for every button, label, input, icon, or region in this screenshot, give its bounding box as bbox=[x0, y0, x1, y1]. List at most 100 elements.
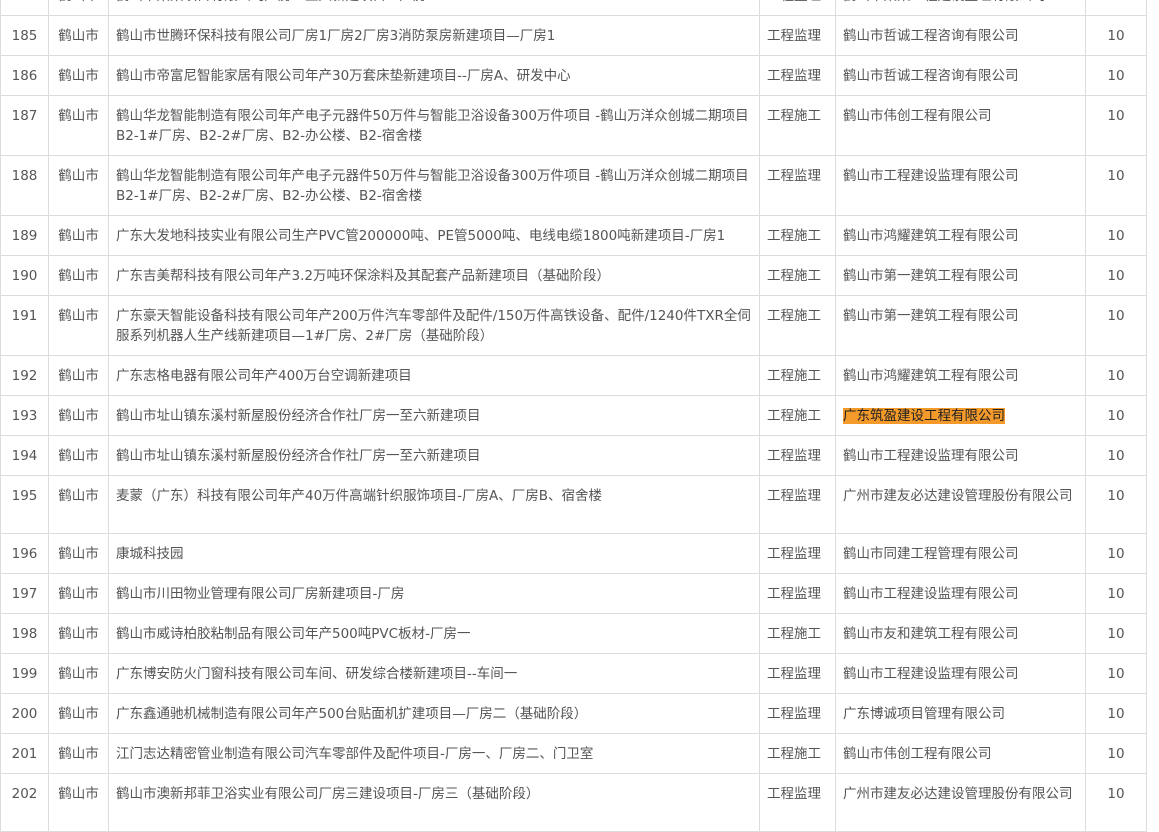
company-cell: 鹤山市伟创工程有限公司 bbox=[835, 95, 1086, 156]
city-cell: 鹤山市 bbox=[48, 653, 109, 694]
row-number-cell: 200 bbox=[0, 693, 49, 734]
city-cell: 鹤山市 bbox=[48, 155, 109, 216]
row-number-cell: 188 bbox=[0, 155, 49, 216]
project-name-cell: 鹤山市世腾环保科技有限公司厂房1厂房2厂房3消防泵房新建项目—厂房1 bbox=[108, 15, 760, 56]
city-cell: 鹤山市 bbox=[48, 295, 109, 356]
row-number-cell: 201 bbox=[0, 733, 49, 774]
row-number-cell: 198 bbox=[0, 613, 49, 654]
row-number-cell: 199 bbox=[0, 653, 49, 694]
score-cell: 10 bbox=[1085, 573, 1147, 614]
project-name-cell: 鹤山市某某项目有限公司厂房一至六新建项目—厂房 bbox=[108, 0, 760, 16]
work-type-cell: 工程施工 bbox=[759, 95, 836, 156]
table-row: 202 鹤山市 鹤山市澳新邦菲卫浴实业有限公司厂房三建设项目-厂房三（基础阶段） 工程… bbox=[0, 773, 1147, 832]
project-name-cell: 康城科技园 bbox=[108, 533, 760, 574]
project-name-cell: 鹤山市川田物业管理有限公司厂房新建项目-厂房 bbox=[108, 573, 760, 614]
city-cell: 鹤山市 bbox=[48, 693, 109, 734]
highlighted-company-text: 广东筑盈建设工程有限公司 bbox=[843, 408, 1005, 424]
score-cell: 10 bbox=[1085, 733, 1147, 774]
city-cell: 鹤山市 bbox=[48, 215, 109, 256]
score-cell: 10 bbox=[1085, 475, 1147, 534]
score-cell: 10 bbox=[1085, 653, 1147, 694]
score-cell: 10 bbox=[1085, 395, 1147, 436]
table-row: 194 鹤山市 鹤山市址山镇东溪村新屋股份经济合作社厂房一至六新建项目 工程监理 鹤山市… bbox=[0, 435, 1147, 476]
table-row: 201 鹤山市 江门志达精密管业制造有限公司汽车零部件及配件项目-厂房一、厂房二、门… bbox=[0, 733, 1147, 774]
work-type-cell: 工程监理 bbox=[759, 773, 836, 832]
work-type-cell: 工程监理 bbox=[759, 0, 836, 16]
project-name-cell: 鹤山市帝富尼智能家居有限公司年产30万套床垫新建项目--厂房A、研发中心 bbox=[108, 55, 760, 96]
project-name-cell: 广东博安防火门窗科技有限公司车间、研发综合楼新建项目--车间一 bbox=[108, 653, 760, 694]
work-type-cell: 工程监理 bbox=[759, 15, 836, 56]
row-number-cell: 202 bbox=[0, 773, 49, 832]
city-cell: 鹤山市 bbox=[48, 435, 109, 476]
work-type-cell: 工程监理 bbox=[759, 653, 836, 694]
company-cell: 鹤山市工程建设监理有限公司 bbox=[835, 435, 1086, 476]
table-row: 189 鹤山市 广东大发地科技实业有限公司生产PVC管200000吨、PE管5000… bbox=[0, 215, 1147, 256]
row-number-cell: 197 bbox=[0, 573, 49, 614]
city-cell: 鹤山市 bbox=[48, 55, 109, 96]
city-cell: 鹤山市 bbox=[48, 355, 109, 396]
project-name-cell: 广东吉美帮科技有限公司年产3.2万吨环保涂料及其配套产品新建项目（基础阶段） bbox=[108, 255, 760, 296]
city-cell: 鹤山市 bbox=[48, 95, 109, 156]
city-cell: 鹤山市 bbox=[48, 733, 109, 774]
row-number-cell: 189 bbox=[0, 215, 49, 256]
project-name-cell: 鹤山华龙智能制造有限公司年产电子元器件50万件与智能卫浴设备300万件项目 -鹤… bbox=[108, 95, 760, 156]
project-name-cell: 广东志格电器有限公司年产400万台空调新建项目 bbox=[108, 355, 760, 396]
table-row: 185 鹤山市 鹤山市世腾环保科技有限公司厂房1厂房2厂房3消防泵房新建项目—厂房1… bbox=[0, 15, 1147, 56]
work-type-cell: 工程监理 bbox=[759, 693, 836, 734]
project-name-cell: 麦蒙（广东）科技有限公司年产40万件高端针织服饰项目-厂房A、厂房B、宿舍楼 bbox=[108, 475, 760, 534]
project-name-cell: 鹤山市澳新邦菲卫浴实业有限公司厂房三建设项目-厂房三（基础阶段） bbox=[108, 773, 760, 832]
project-name-cell: 鹤山华龙智能制造有限公司年产电子元器件50万件与智能卫浴设备300万件项目 -鹤… bbox=[108, 155, 760, 216]
company-cell: 广东筑盈建设工程有限公司 bbox=[835, 395, 1086, 436]
table-row: 188 鹤山市 鹤山华龙智能制造有限公司年产电子元器件50万件与智能卫浴设备300万… bbox=[0, 155, 1147, 216]
city-cell: 鹤山市 bbox=[48, 0, 109, 16]
score-cell: 10 bbox=[1085, 255, 1147, 296]
work-type-cell: 工程监理 bbox=[759, 55, 836, 96]
row-number-cell: 193 bbox=[0, 395, 49, 436]
city-cell: 鹤山市 bbox=[48, 773, 109, 832]
score-cell: 10 bbox=[1085, 95, 1147, 156]
score-cell: 10 bbox=[1085, 435, 1147, 476]
project-name-cell: 广东大发地科技实业有限公司生产PVC管200000吨、PE管5000吨、电线电缆… bbox=[108, 215, 760, 256]
table-row: 187 鹤山市 鹤山华龙智能制造有限公司年产电子元器件50万件与智能卫浴设备300万… bbox=[0, 95, 1147, 156]
table-row: 196 鹤山市 康城科技园 工程监理 鹤山市同建工程管理有限公司 10 bbox=[0, 533, 1147, 574]
work-type-cell: 工程施工 bbox=[759, 733, 836, 774]
project-name-cell: 广东豪天智能设备科技有限公司年产200万件汽车零部件及配件/150万件高铁设备、… bbox=[108, 295, 760, 356]
company-cell: 鹤山市工程建设监理有限公司 bbox=[835, 573, 1086, 614]
city-cell: 鹤山市 bbox=[48, 255, 109, 296]
table-row: 198 鹤山市 鹤山市威诗柏胶粘制品有限公司年产500吨PVC板材-厂房一 工程施工鹤… bbox=[0, 613, 1147, 654]
row-number-cell: 196 bbox=[0, 533, 49, 574]
company-cell: 广东博诚项目管理有限公司 bbox=[835, 693, 1086, 734]
project-name-cell: 鹤山市址山镇东溪村新屋股份经济合作社厂房一至六新建项目 bbox=[108, 395, 760, 436]
company-cell: 鹤山市鸿耀建筑工程有限公司 bbox=[835, 215, 1086, 256]
row-number-cell: 192 bbox=[0, 355, 49, 396]
company-cell: 鹤山市第一建筑工程有限公司 bbox=[835, 255, 1086, 296]
table-row: 190 鹤山市 广东吉美帮科技有限公司年产3.2万吨环保涂料及其配套产品新建项目（基… bbox=[0, 255, 1147, 296]
company-cell: 鹤山市鸿耀建筑工程有限公司 bbox=[835, 355, 1086, 396]
score-cell: 10 bbox=[1085, 613, 1147, 654]
work-type-cell: 工程施工 bbox=[759, 295, 836, 356]
score-cell: 10 bbox=[1085, 15, 1147, 56]
table-row: 191 鹤山市 广东豪天智能设备科技有限公司年产200万件汽车零部件及配件/150万… bbox=[0, 295, 1147, 356]
score-cell: 10 bbox=[1085, 533, 1147, 574]
project-name-cell: 江门志达精密管业制造有限公司汽车零部件及配件项目-厂房一、厂房二、门卫室 bbox=[108, 733, 760, 774]
score-cell: 10 bbox=[1085, 355, 1147, 396]
score-cell: 10 bbox=[1085, 0, 1147, 16]
table-row: 186 鹤山市 鹤山市帝富尼智能家居有限公司年产30万套床垫新建项目--厂房A、研发… bbox=[0, 55, 1147, 96]
evaluation-table: 184鹤山市鹤山市某某项目有限公司厂房一至六新建项目—厂房工程监理鹤山市某某工程… bbox=[0, 0, 1147, 832]
work-type-cell: 工程施工 bbox=[759, 613, 836, 654]
score-cell: 10 bbox=[1085, 55, 1147, 96]
work-type-cell: 工程施工 bbox=[759, 255, 836, 296]
score-cell: 10 bbox=[1085, 295, 1147, 356]
table-row: 192 鹤山市 广东志格电器有限公司年产400万台空调新建项目 工程施工 鹤山市鸿耀建筑… bbox=[0, 355, 1147, 396]
city-cell: 鹤山市 bbox=[48, 613, 109, 654]
project-name-cell: 鹤山市威诗柏胶粘制品有限公司年产500吨PVC板材-厂房一 bbox=[108, 613, 760, 654]
work-type-cell: 工程监理 bbox=[759, 435, 836, 476]
company-cell: 广州市建友必达建设管理股份有限公司 bbox=[835, 475, 1086, 534]
row-number-cell: 185 bbox=[0, 15, 49, 56]
work-type-cell: 工程监理 bbox=[759, 533, 836, 574]
work-type-cell: 工程施工 bbox=[759, 215, 836, 256]
score-cell: 10 bbox=[1085, 693, 1147, 734]
table-row: 193 鹤山市 鹤山市址山镇东溪村新屋股份经济合作社厂房一至六新建项目 工程施工 广东筑… bbox=[0, 395, 1147, 436]
row-number-cell: 190 bbox=[0, 255, 49, 296]
score-cell: 10 bbox=[1085, 215, 1147, 256]
